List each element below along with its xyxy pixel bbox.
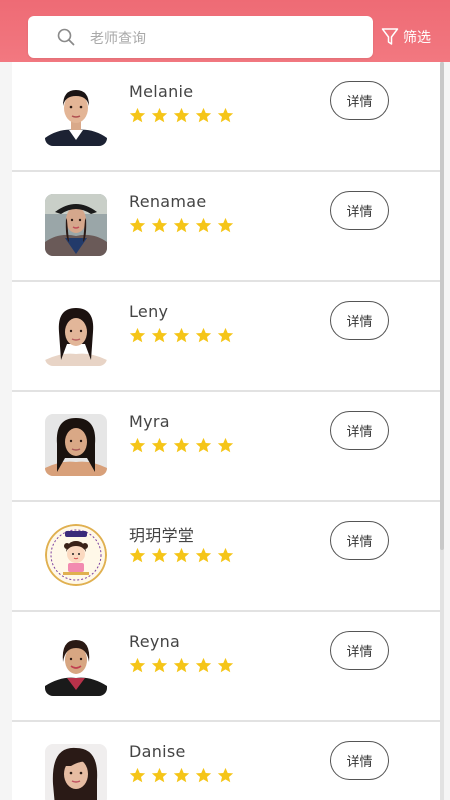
star-icon bbox=[173, 217, 190, 233]
rating-stars bbox=[129, 217, 234, 234]
star-icon bbox=[129, 767, 146, 783]
star-icon bbox=[151, 327, 168, 343]
teacher-name: Danise bbox=[129, 742, 186, 761]
rating-stars bbox=[129, 107, 234, 124]
teacher-avatar bbox=[45, 194, 107, 256]
teacher-card[interactable]: Reyna 详情 bbox=[12, 612, 440, 720]
teacher-card[interactable]: Myra 详情 bbox=[12, 392, 440, 500]
teacher-avatar bbox=[45, 634, 107, 696]
filter-button[interactable]: 筛选 bbox=[381, 26, 431, 48]
star-icon bbox=[217, 767, 234, 783]
teacher-name: Leny bbox=[129, 302, 169, 321]
star-icon bbox=[129, 657, 146, 673]
detail-button[interactable]: 详情 bbox=[330, 741, 389, 780]
teacher-card[interactable]: Renamae 详情 bbox=[12, 172, 440, 280]
star-icon bbox=[217, 327, 234, 343]
star-icon bbox=[129, 217, 146, 233]
star-icon bbox=[195, 217, 212, 233]
rating-stars bbox=[129, 327, 234, 344]
teacher-avatar bbox=[45, 414, 107, 476]
detail-button[interactable]: 详情 bbox=[330, 81, 389, 120]
detail-button[interactable]: 详情 bbox=[330, 521, 389, 560]
star-icon bbox=[195, 107, 212, 123]
star-icon bbox=[173, 657, 190, 673]
star-icon bbox=[195, 547, 212, 563]
avatar-logo bbox=[45, 524, 107, 586]
search-icon bbox=[57, 28, 75, 46]
teacher-card[interactable]: Leny 详情 bbox=[12, 282, 440, 390]
teacher-avatar bbox=[45, 84, 107, 146]
star-icon bbox=[151, 437, 168, 453]
filter-icon bbox=[381, 28, 399, 45]
search-input[interactable]: 老师查询 bbox=[28, 16, 373, 58]
star-icon bbox=[217, 547, 234, 563]
star-icon bbox=[195, 767, 212, 783]
star-icon bbox=[151, 547, 168, 563]
teacher-name: Renamae bbox=[129, 192, 207, 211]
star-icon bbox=[195, 657, 212, 673]
detail-button[interactable]: 详情 bbox=[330, 411, 389, 450]
star-icon bbox=[129, 107, 146, 123]
avatar-photo bbox=[45, 744, 107, 800]
star-icon bbox=[173, 547, 190, 563]
star-icon bbox=[129, 437, 146, 453]
teacher-avatar bbox=[45, 304, 107, 366]
star-icon bbox=[217, 217, 234, 233]
star-icon bbox=[151, 657, 168, 673]
teacher-avatar bbox=[45, 524, 107, 586]
star-icon bbox=[195, 327, 212, 343]
teacher-name: 玥玥学堂 bbox=[129, 526, 195, 545]
star-icon bbox=[129, 547, 146, 563]
star-icon bbox=[217, 657, 234, 673]
avatar-photo bbox=[45, 304, 107, 366]
detail-button[interactable]: 详情 bbox=[330, 631, 389, 670]
teacher-card[interactable]: Melanie 详情 bbox=[12, 62, 440, 170]
star-icon bbox=[173, 327, 190, 343]
star-icon bbox=[195, 437, 212, 453]
avatar-photo bbox=[45, 634, 107, 696]
rating-stars bbox=[129, 657, 234, 674]
detail-button[interactable]: 详情 bbox=[330, 191, 389, 230]
star-icon bbox=[173, 437, 190, 453]
filter-label: 筛选 bbox=[403, 30, 431, 46]
star-icon bbox=[151, 107, 168, 123]
rating-stars bbox=[129, 767, 234, 784]
teacher-name: Myra bbox=[129, 412, 170, 431]
teacher-card[interactable]: Danise 详情 bbox=[12, 722, 440, 800]
star-icon bbox=[217, 107, 234, 123]
search-placeholder: 老师查询 bbox=[90, 31, 146, 47]
star-icon bbox=[173, 767, 190, 783]
avatar-photo bbox=[45, 414, 107, 476]
avatar-photo bbox=[45, 194, 107, 256]
teacher-list[interactable]: Melanie 详情 Renamae 详情 Leny 详情 Myra 详情 玥玥… bbox=[12, 62, 444, 800]
star-icon bbox=[151, 217, 168, 233]
rating-stars bbox=[129, 547, 234, 564]
star-icon bbox=[151, 767, 168, 783]
star-icon bbox=[217, 437, 234, 453]
scrollbar[interactable] bbox=[440, 62, 444, 550]
rating-stars bbox=[129, 437, 234, 454]
teacher-name: Reyna bbox=[129, 632, 181, 651]
detail-button[interactable]: 详情 bbox=[330, 301, 389, 340]
teacher-avatar bbox=[45, 744, 107, 800]
header-bar: 老师查询 筛选 bbox=[0, 0, 450, 62]
teacher-name: Melanie bbox=[129, 82, 194, 101]
teacher-card[interactable]: 玥玥学堂 详情 bbox=[12, 502, 440, 610]
star-icon bbox=[129, 327, 146, 343]
star-icon bbox=[173, 107, 190, 123]
avatar-photo bbox=[45, 84, 107, 146]
